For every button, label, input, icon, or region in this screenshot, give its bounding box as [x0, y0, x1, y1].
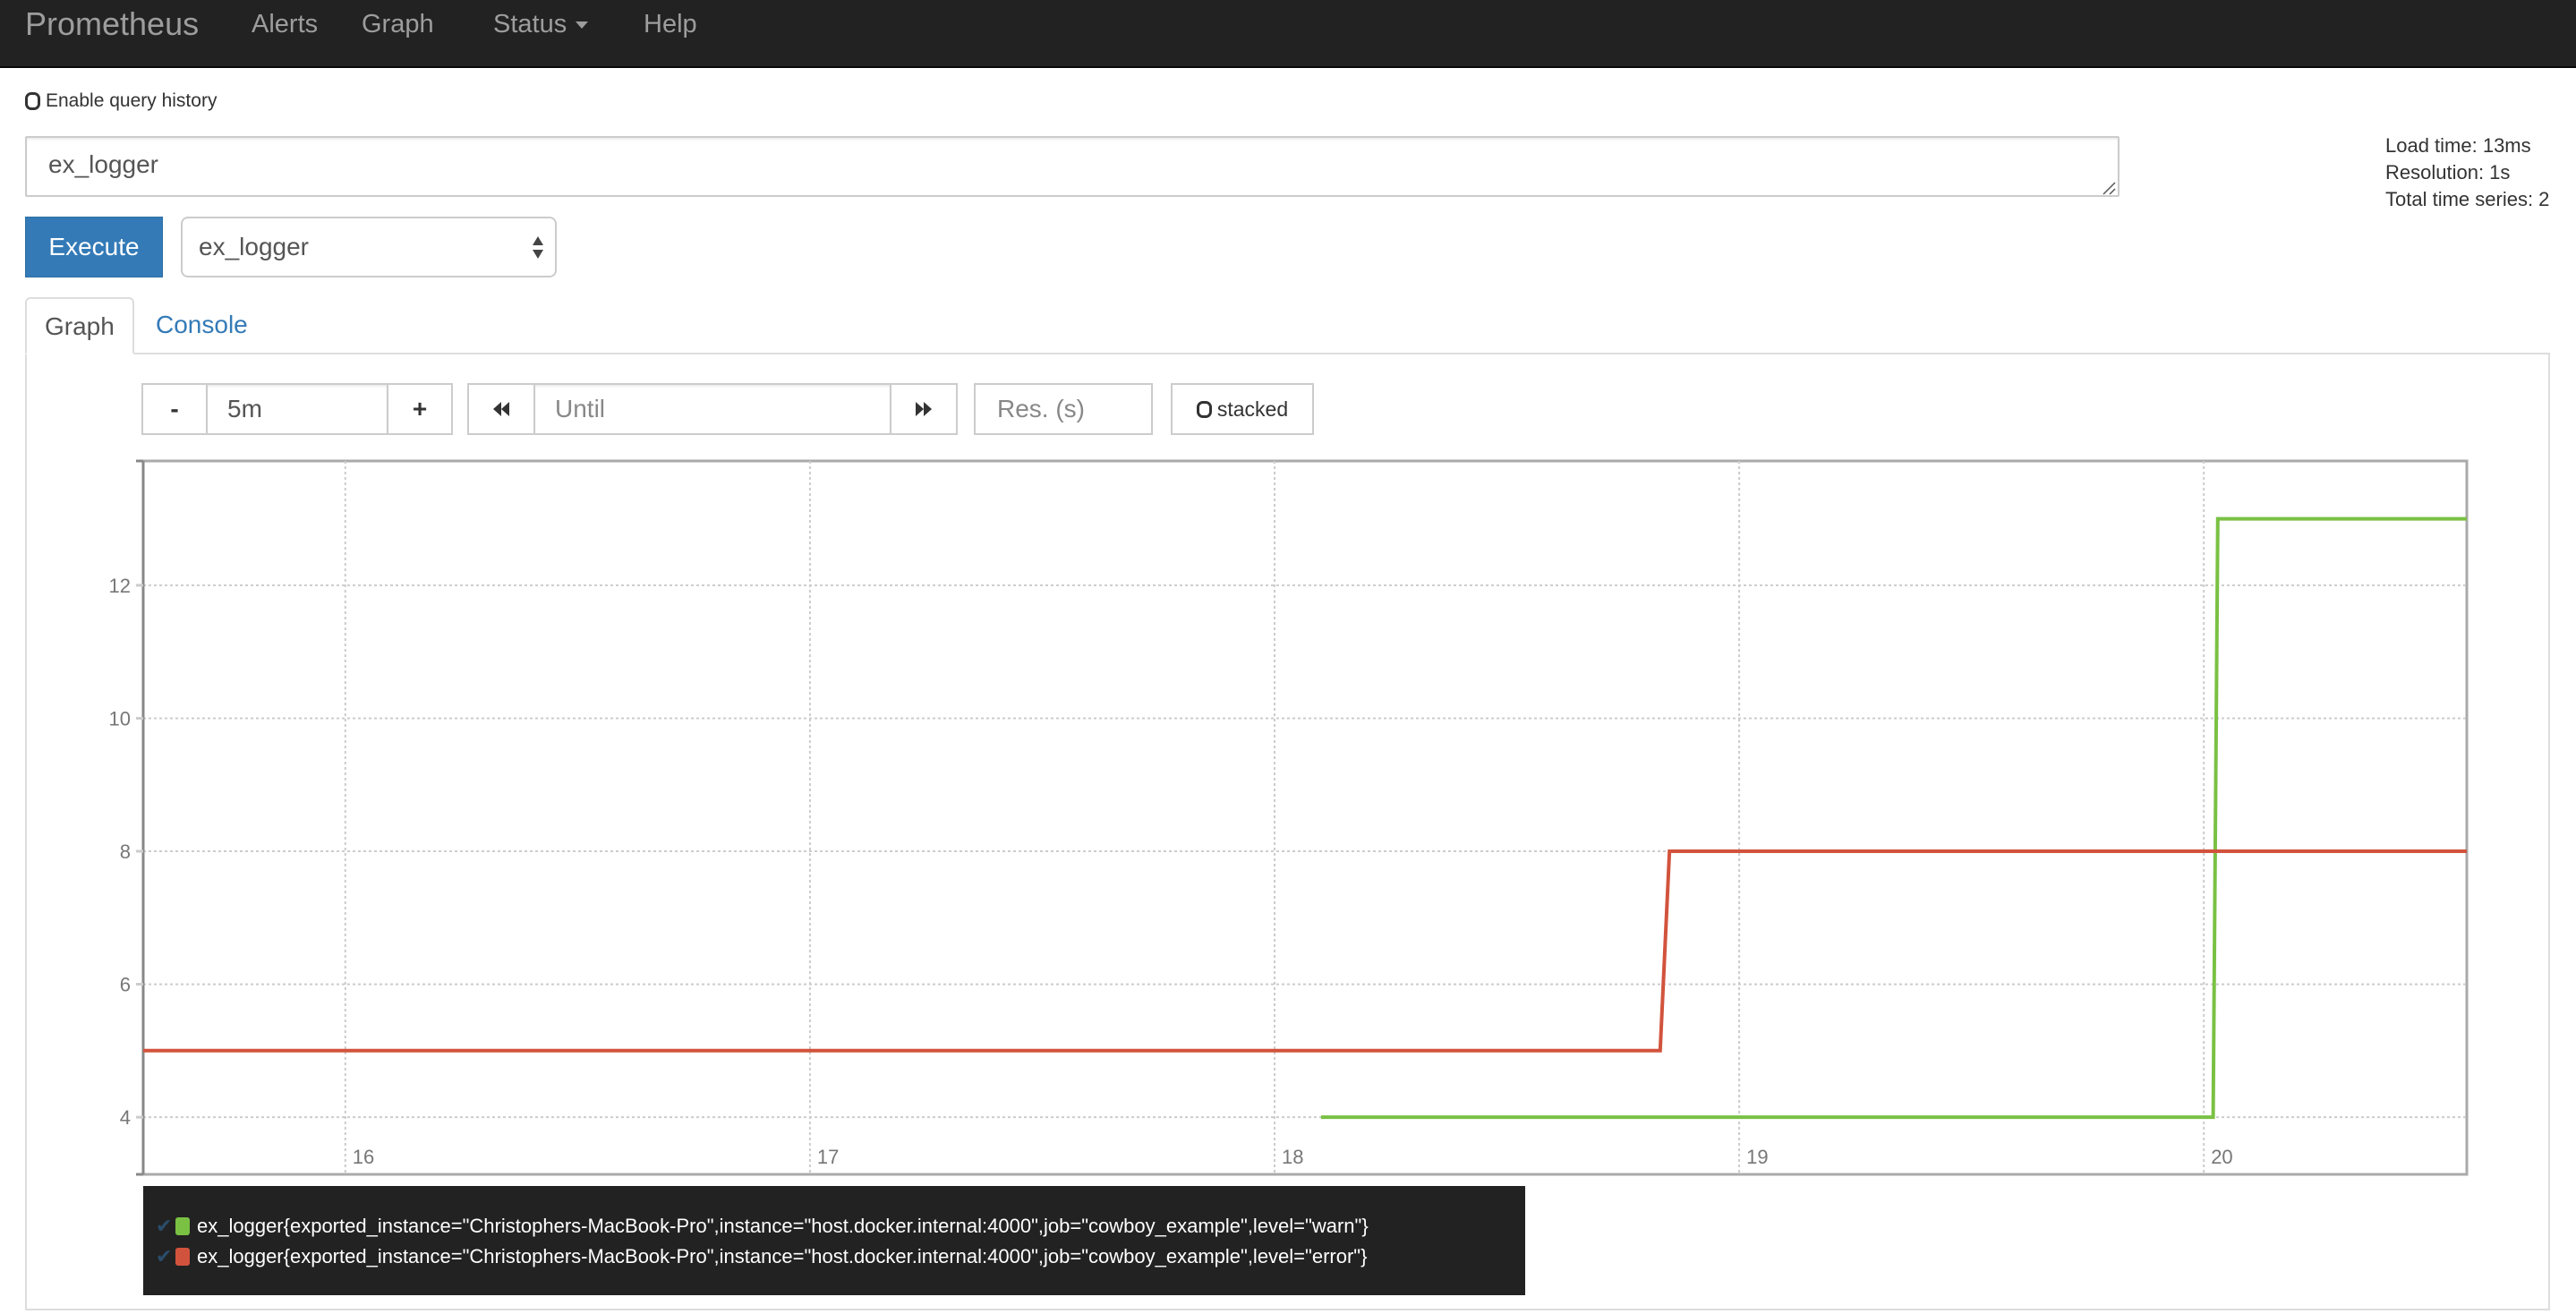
legend-item-error[interactable]: ✔ ex_logger{exported_instance="Christoph… [156, 1241, 1513, 1272]
legend-swatch-warn [175, 1217, 190, 1235]
legend: ✔ ex_logger{exported_instance="Christoph… [143, 1186, 1525, 1295]
graph-chart: 4 6 8 10 12 16 17 18 19 20 [109, 459, 2469, 1176]
y-tick-label: 8 [120, 840, 131, 863]
legend-label-error: ex_logger{exported_instance="Christopher… [197, 1245, 1368, 1267]
series-line-error [143, 849, 2467, 1053]
x-tick-label: 19 [1746, 1146, 1768, 1168]
grid [143, 461, 2467, 1174]
x-tick-label: 17 [817, 1146, 839, 1168]
x-tick-label: 20 [2211, 1146, 2232, 1168]
y-tick-label: 6 [120, 974, 131, 996]
checkmark-icon: ✔ [156, 1245, 173, 1267]
y-tick-label: 4 [120, 1106, 131, 1129]
y-tick-label: 10 [109, 707, 131, 730]
plot-frame [141, 459, 2469, 1176]
tab-graph[interactable]: Graph [25, 297, 134, 354]
legend-swatch-error [175, 1248, 190, 1266]
x-axis: 16 17 18 19 20 [353, 1146, 2233, 1168]
legend-label-warn: ex_logger{exported_instance="Christopher… [197, 1215, 1369, 1237]
y-axis: 4 6 8 10 12 [109, 459, 145, 1176]
series-line-warn [1320, 516, 2467, 1120]
x-tick-label: 18 [1282, 1146, 1303, 1168]
series-group [143, 516, 2467, 1120]
legend-item-warn[interactable]: ✔ ex_logger{exported_instance="Christoph… [156, 1211, 1513, 1241]
x-tick-label: 16 [353, 1146, 374, 1168]
checkmark-icon: ✔ [156, 1215, 173, 1237]
y-tick-label: 12 [109, 575, 131, 597]
